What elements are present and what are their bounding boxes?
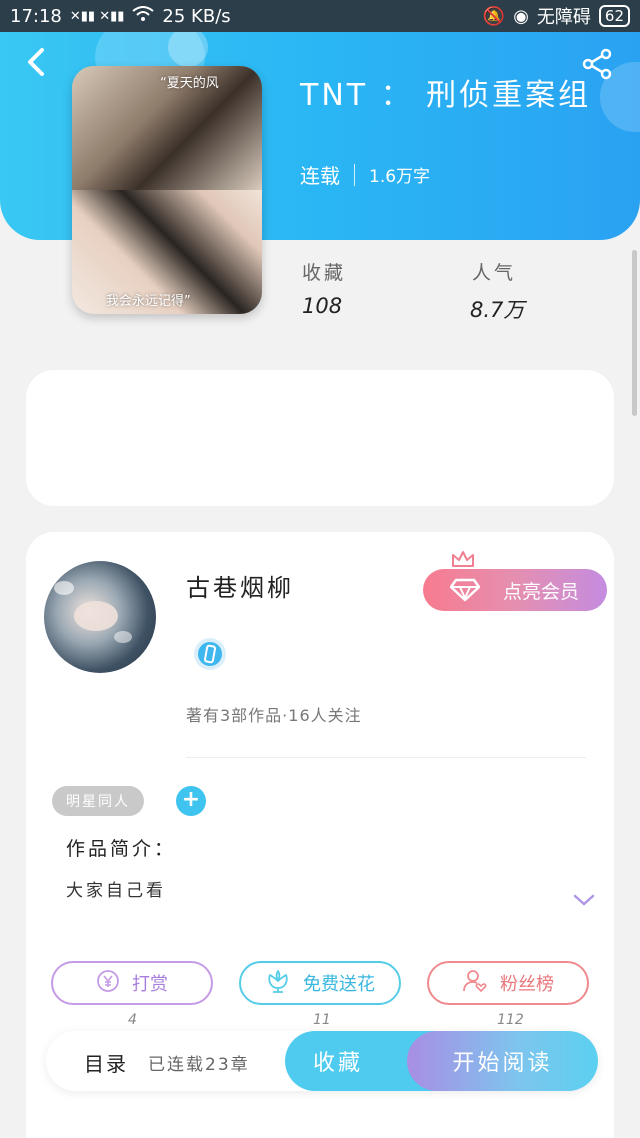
reward-count: 4	[128, 1012, 137, 1028]
yen-icon	[96, 969, 120, 998]
author-stats: 著有3部作品·16人关注	[186, 706, 362, 725]
vip-button-label: 点亮会员	[502, 580, 579, 603]
lock-icon: ◉	[513, 5, 529, 27]
fans-count: 112	[497, 1012, 524, 1028]
author-name[interactable]: 古巷烟柳	[186, 568, 294, 603]
free-flower-button[interactable]: 免费送花	[239, 961, 401, 1005]
tag-chip[interactable]: 明星同人	[52, 786, 144, 816]
serial-status: 已连载23章	[148, 1055, 250, 1075]
favorites-value: 108	[302, 294, 343, 318]
carrier-label: 无障碍	[536, 7, 591, 28]
flower-label: 免费送花	[303, 974, 375, 995]
collect-label: 收藏	[313, 1051, 364, 1076]
meta-divider	[354, 163, 355, 186]
crown-icon	[450, 548, 476, 570]
intro-label: 作品简介：	[66, 838, 177, 860]
popularity-label: 人气	[472, 262, 517, 284]
signal-icon: ✕▮▮ ✕▮▮	[69, 8, 125, 24]
badge-icon	[192, 636, 228, 672]
read-label: 开始阅读	[452, 1051, 553, 1076]
diamond-icon	[449, 578, 481, 602]
fans-label: 粉丝榜	[500, 974, 554, 995]
reward-label: 打赏	[132, 974, 168, 995]
add-tag-button[interactable]: +	[176, 786, 206, 816]
mute-icon: 🔕	[482, 5, 506, 27]
start-reading-button[interactable]: 开始阅读	[407, 1031, 598, 1091]
back-icon[interactable]	[22, 44, 52, 80]
battery-icon: 62	[598, 5, 630, 27]
flower-count: 11	[313, 1012, 331, 1028]
user-heart-icon	[462, 968, 488, 999]
favorites-label: 收藏	[302, 262, 347, 284]
empty-content-card	[26, 370, 614, 506]
book-word-count: 1.6万字	[369, 167, 431, 187]
wifi-icon	[132, 5, 155, 27]
chevron-down-icon[interactable]	[572, 892, 596, 908]
cover-quote-bottom: 我会永远记得”	[106, 294, 191, 309]
book-cover[interactable]: “夏天的风 我会永远记得”	[72, 66, 262, 314]
book-title: TNT ： 刑侦重案组	[300, 78, 592, 113]
book-status: 连载	[300, 164, 340, 188]
reward-button[interactable]: 打赏	[51, 961, 213, 1005]
divider	[186, 757, 586, 758]
fans-ranking-button[interactable]: 粉丝榜	[427, 961, 589, 1005]
status-time: 17:18	[10, 5, 62, 27]
popularity-value: 8.7万	[470, 298, 525, 322]
toc-button[interactable]: 目录	[84, 1048, 128, 1077]
flower-icon	[265, 968, 291, 999]
cover-quote-top: “夏天的风	[160, 76, 219, 91]
book-meta: 连载 1.6万字	[300, 160, 430, 189]
status-bar: 17:18 ✕▮▮ ✕▮▮ 25 KB/s 🔕 ◉ 无障碍 62	[0, 0, 640, 32]
scrollbar[interactable]	[632, 250, 637, 416]
network-speed: 25 KB/s	[162, 5, 231, 27]
avatar[interactable]	[44, 561, 156, 673]
intro-text: 大家自己看	[66, 881, 166, 901]
